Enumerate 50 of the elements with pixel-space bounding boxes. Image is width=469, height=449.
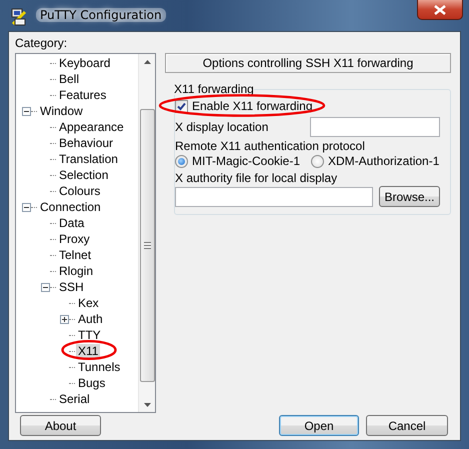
tree-item[interactable]: SSH (57, 280, 86, 294)
scroll-down-icon[interactable] (144, 403, 150, 407)
tree-item[interactable]: Behaviour (57, 136, 116, 150)
field-label: X authority file for local display (175, 171, 338, 185)
tree-item[interactable]: Colours (57, 184, 102, 198)
tree-item[interactable]: Telnet (57, 248, 94, 262)
tree-item[interactable]: TTY (76, 328, 103, 342)
field-label: Remote X11 authentication protocol (175, 139, 366, 153)
about-button[interactable]: About (20, 415, 101, 436)
tree-item[interactable]: Tunnels (76, 360, 122, 374)
tree-item[interactable]: Window (38, 104, 85, 118)
input-field[interactable] (175, 186, 373, 206)
tree-item[interactable]: Appearance (57, 120, 126, 134)
annotation-circle (61, 340, 117, 360)
tree-item[interactable]: Rlogin (57, 264, 96, 278)
tree-item[interactable]: Serial (57, 392, 92, 406)
collapse-icon[interactable] (22, 106, 31, 116)
close-icon (434, 4, 446, 14)
tree-item[interactable]: Proxy (57, 232, 92, 246)
tree-item[interactable]: Kex (76, 296, 101, 310)
open-button[interactable]: Open (279, 415, 359, 436)
panel-header: Options controlling SSH X11 forwarding (165, 53, 451, 73)
group-title: X11 forwarding (174, 83, 254, 95)
input-field[interactable] (310, 117, 440, 137)
field-label: X display location (175, 120, 268, 134)
tree-item[interactable]: Keyboard (57, 56, 112, 70)
cancel-button[interactable]: Cancel (366, 415, 448, 436)
close-button[interactable] (417, 0, 463, 20)
tree-item[interactable]: Auth (76, 312, 105, 326)
scrollbar[interactable] (138, 54, 155, 412)
tree-item[interactable]: X11 (76, 344, 100, 358)
scroll-up-icon[interactable] (144, 60, 150, 64)
scrollbar-thumb[interactable] (140, 109, 154, 382)
expand-icon[interactable] (60, 314, 69, 324)
tree-item[interactable]: Data (57, 216, 86, 230)
collapse-icon[interactable] (41, 282, 50, 292)
radio-button[interactable] (175, 154, 188, 168)
radio-label[interactable]: MIT-Magic-Cookie-1 (192, 154, 300, 168)
tree-item[interactable]: Bell (57, 72, 82, 86)
tree-item[interactable]: Features (57, 88, 108, 102)
radio-label[interactable]: XDM-Authorization-1 (328, 154, 440, 168)
computer-icon (10, 8, 28, 26)
browse-button[interactable]: Browse... (379, 186, 440, 207)
radio-button[interactable] (311, 154, 324, 168)
tree-item[interactable]: Selection (57, 168, 110, 182)
tree-item[interactable]: Translation (57, 152, 120, 166)
tree-item[interactable]: Connection (38, 200, 103, 214)
category-label: Category: (15, 36, 68, 50)
tree-item[interactable]: Bugs (76, 376, 108, 390)
collapse-icon[interactable] (22, 202, 31, 212)
